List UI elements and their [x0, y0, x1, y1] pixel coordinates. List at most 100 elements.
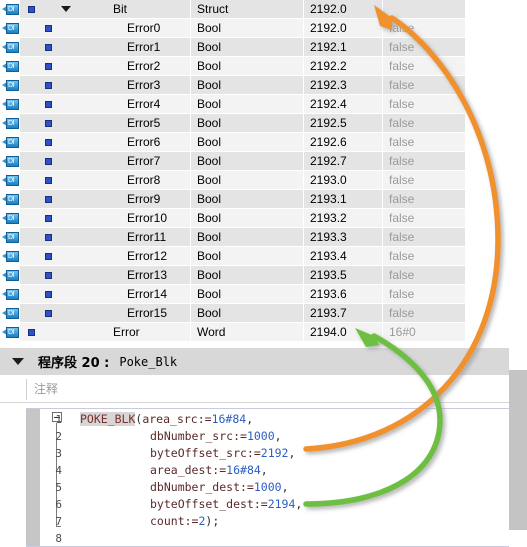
table-row[interactable]: DI Error1 Bool 2192.1 false	[0, 38, 527, 57]
row-value-cell[interactable]: false	[382, 57, 465, 75]
row-name-cell[interactable]: Error7	[58, 152, 190, 170]
code-line[interactable]: 3 byteOffset_src:=2192,	[40, 445, 509, 462]
row-name-cell[interactable]: Error11	[58, 228, 190, 246]
row-offset-cell[interactable]: 2192.1	[303, 38, 382, 56]
row-name-cell[interactable]: Bit	[58, 0, 190, 18]
table-row[interactable]: DI Error15 Bool 2193.7 false	[0, 304, 527, 323]
row-name-cell[interactable]: Error15	[58, 304, 190, 322]
row-offset-cell[interactable]: 2193.4	[303, 247, 382, 265]
row-name-cell[interactable]: Error4	[58, 95, 190, 113]
row-name-cell[interactable]: Error6	[58, 133, 190, 151]
row-offset-cell[interactable]: 2193.7	[303, 304, 382, 322]
code-line[interactable]: 8	[40, 530, 509, 547]
row-value-cell[interactable]: false	[382, 38, 465, 56]
network-comment-field[interactable]: 注释	[26, 379, 496, 400]
row-name-cell[interactable]: Error0	[58, 19, 190, 37]
row-marker-cell[interactable]	[20, 323, 58, 341]
table-row[interactable]: DI Error6 Bool 2192.6 false	[0, 133, 527, 152]
row-marker-cell[interactable]	[20, 19, 58, 37]
table-row[interactable]: DI Bit Struct 2192.0	[0, 0, 527, 19]
table-row[interactable]: DI Error8 Bool 2193.0 false	[0, 171, 527, 190]
row-name-cell[interactable]: Error14	[58, 285, 190, 303]
code-line[interactable]: 1 POKE_BLK(area_src:=16#84,	[40, 411, 509, 428]
row-type-cell[interactable]: Bool	[190, 19, 303, 37]
table-row[interactable]: DI Error7 Bool 2192.7 false	[0, 152, 527, 171]
row-type-cell[interactable]: Bool	[190, 57, 303, 75]
row-offset-cell[interactable]: 2192.2	[303, 57, 382, 75]
row-offset-cell[interactable]: 2193.3	[303, 228, 382, 246]
row-name-cell[interactable]: Error	[58, 323, 190, 341]
row-offset-cell[interactable]: 2192.5	[303, 114, 382, 132]
table-row[interactable]: DI Error10 Bool 2193.2 false	[0, 209, 527, 228]
row-type-cell[interactable]: Bool	[190, 190, 303, 208]
row-type-cell[interactable]: Bool	[190, 304, 303, 322]
row-marker-cell[interactable]	[20, 228, 58, 246]
row-value-cell[interactable]: false	[382, 304, 465, 322]
table-row[interactable]: DI Error5 Bool 2192.5 false	[0, 114, 527, 133]
row-name-cell[interactable]: Error3	[58, 76, 190, 94]
row-offset-cell[interactable]: 2192.0	[303, 0, 382, 18]
row-value-cell[interactable]: false	[382, 95, 465, 113]
row-type-cell[interactable]: Bool	[190, 114, 303, 132]
row-type-cell[interactable]: Bool	[190, 152, 303, 170]
row-type-cell[interactable]: Bool	[190, 76, 303, 94]
row-type-cell[interactable]: Bool	[190, 38, 303, 56]
code-line[interactable]: 5 dbNumber_dest:=1000,	[40, 479, 509, 496]
row-marker-cell[interactable]	[20, 285, 58, 303]
table-row[interactable]: DI Error4 Bool 2192.4 false	[0, 95, 527, 114]
table-row[interactable]: DI Error3 Bool 2192.3 false	[0, 76, 527, 95]
row-value-cell[interactable]	[382, 0, 465, 18]
row-type-cell[interactable]: Bool	[190, 133, 303, 151]
network-header[interactable]: 程序段 20 : Poke_Blk	[0, 348, 509, 375]
table-row[interactable]: DI Error13 Bool 2193.5 false	[0, 266, 527, 285]
row-value-cell[interactable]: false	[382, 152, 465, 170]
row-type-cell[interactable]: Bool	[190, 285, 303, 303]
row-value-cell[interactable]: false	[382, 285, 465, 303]
row-name-cell[interactable]: Error10	[58, 209, 190, 227]
row-value-cell[interactable]: false	[382, 19, 465, 37]
row-marker-cell[interactable]	[20, 171, 58, 189]
row-offset-cell[interactable]: 2192.4	[303, 95, 382, 113]
code-line[interactable]: 2 dbNumber_src:=1000,	[40, 428, 509, 445]
code-line[interactable]: 7 count:=2);	[40, 513, 509, 530]
table-row[interactable]: DI Error14 Bool 2193.6 false	[0, 285, 527, 304]
row-marker-cell[interactable]	[20, 266, 58, 284]
table-row[interactable]: DI Error Word 2194.0 16#0	[0, 323, 527, 342]
scl-code-editor[interactable]: 1 POKE_BLK(area_src:=16#84, 2 dbNumber_src:…	[26, 408, 509, 547]
row-name-cell[interactable]: Error2	[58, 57, 190, 75]
row-offset-cell[interactable]: 2193.5	[303, 266, 382, 284]
vertical-scrollbar-thumb[interactable]	[509, 370, 527, 530]
row-marker-cell[interactable]	[20, 114, 58, 132]
code-line[interactable]: 6 byteOffset_dest:=2194,	[40, 496, 509, 513]
row-name-cell[interactable]: Error1	[58, 38, 190, 56]
row-marker-cell[interactable]	[20, 304, 58, 322]
row-value-cell[interactable]: false	[382, 209, 465, 227]
row-offset-cell[interactable]: 2192.3	[303, 76, 382, 94]
table-row[interactable]: DI Error0 Bool 2192.0 false	[0, 19, 527, 38]
row-value-cell[interactable]: false	[382, 247, 465, 265]
row-type-cell[interactable]: Bool	[190, 266, 303, 284]
row-name-cell[interactable]: Error12	[58, 247, 190, 265]
row-marker-cell[interactable]	[20, 95, 58, 113]
row-marker-cell[interactable]	[20, 0, 71, 18]
table-row[interactable]: DI Error2 Bool 2192.2 false	[0, 57, 527, 76]
row-value-cell[interactable]: false	[382, 76, 465, 94]
row-name-cell[interactable]: Error9	[58, 190, 190, 208]
row-value-cell[interactable]: false	[382, 228, 465, 246]
row-marker-cell[interactable]	[20, 76, 58, 94]
row-offset-cell[interactable]: 2194.0	[303, 323, 382, 341]
row-offset-cell[interactable]: 2192.6	[303, 133, 382, 151]
row-type-cell[interactable]: Bool	[190, 247, 303, 265]
row-offset-cell[interactable]: 2193.6	[303, 285, 382, 303]
row-marker-cell[interactable]	[20, 247, 58, 265]
row-value-cell[interactable]: false	[382, 114, 465, 132]
row-type-cell[interactable]: Word	[190, 323, 303, 341]
row-value-cell[interactable]: false	[382, 133, 465, 151]
row-value-cell[interactable]: false	[382, 190, 465, 208]
row-offset-cell[interactable]: 2193.2	[303, 209, 382, 227]
row-type-cell[interactable]: Bool	[190, 171, 303, 189]
row-name-cell[interactable]: Error5	[58, 114, 190, 132]
row-name-cell[interactable]: Error8	[58, 171, 190, 189]
row-offset-cell[interactable]: 2193.0	[303, 171, 382, 189]
row-marker-cell[interactable]	[20, 38, 58, 56]
